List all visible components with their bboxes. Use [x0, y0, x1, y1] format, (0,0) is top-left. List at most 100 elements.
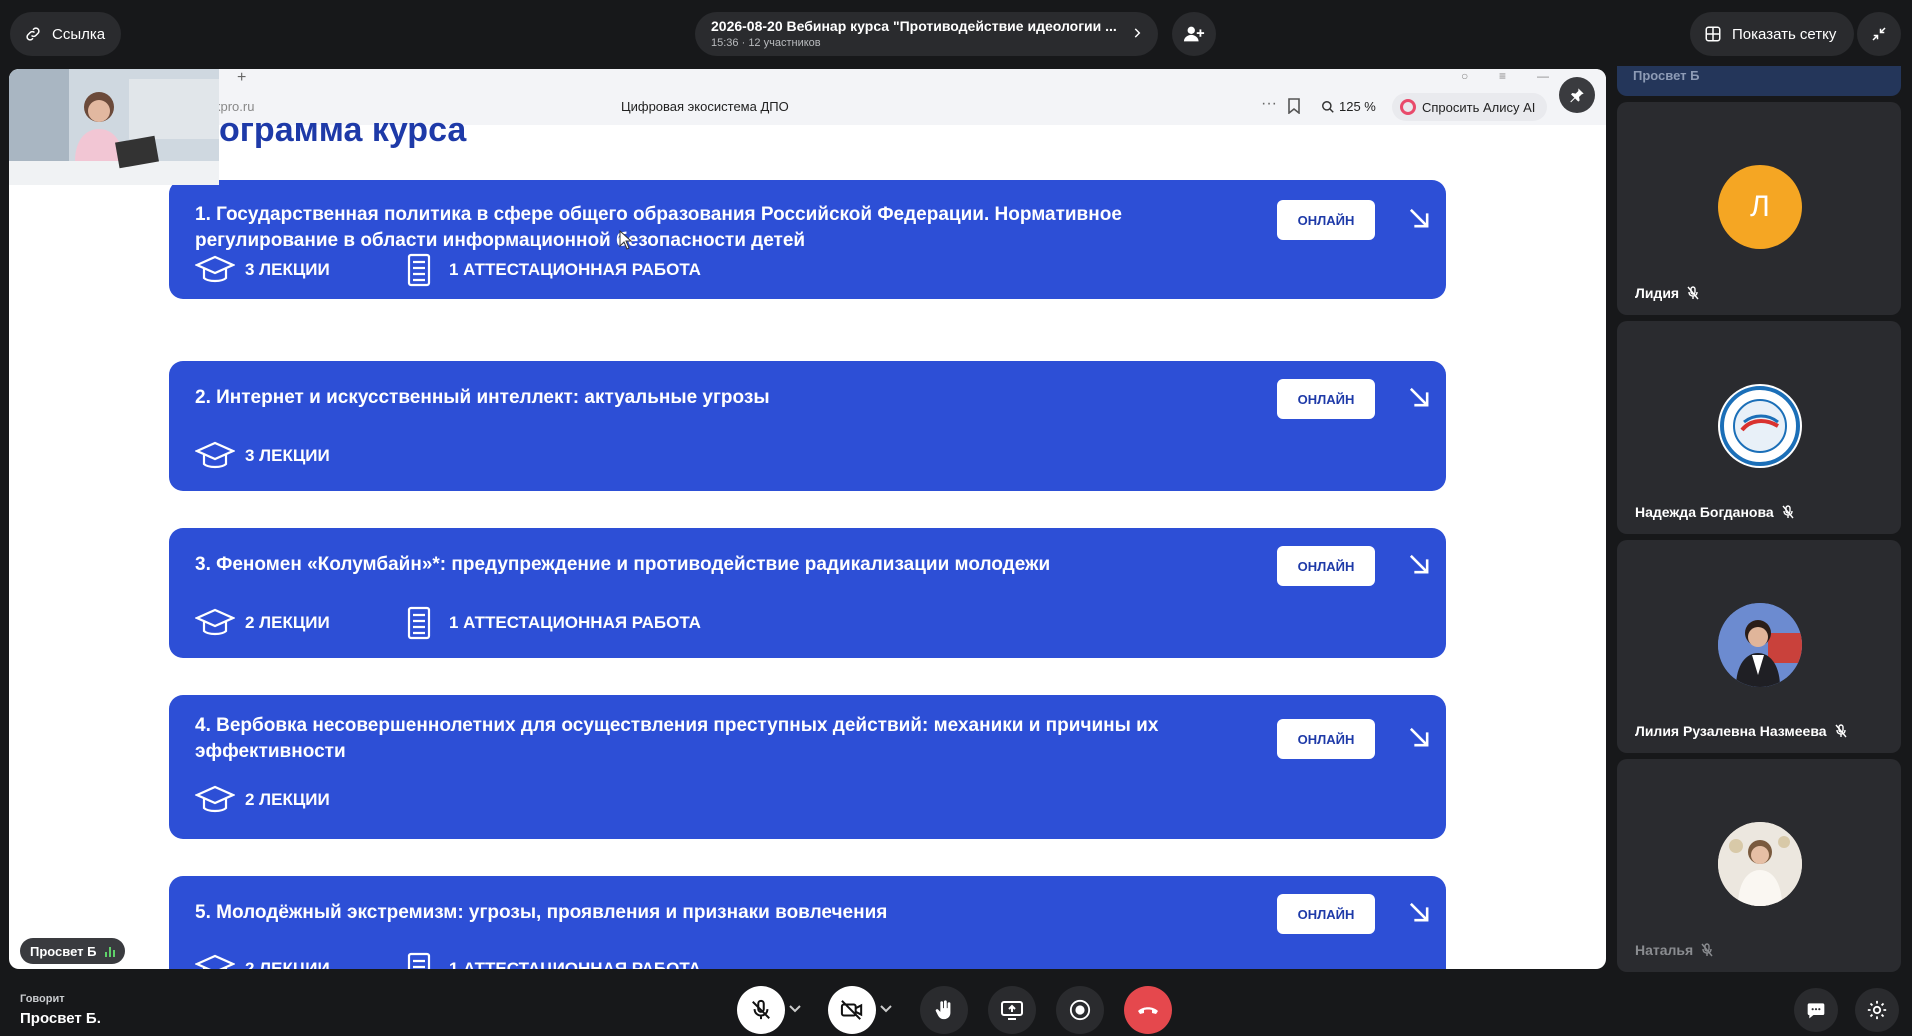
participant-tile[interactable]: Надежда Богданова [1617, 321, 1901, 534]
graduation-cap-icon [195, 954, 235, 969]
site-title: Цифровая экосистема ДПО [621, 99, 789, 114]
graduation-cap-icon [195, 785, 235, 813]
attestation-work: 1 АТТЕСТАЦИОННАЯ РАБОТА [399, 606, 701, 640]
share-screen-button[interactable] [988, 986, 1036, 1034]
online-badge: ОНЛАЙН [1277, 546, 1375, 586]
camera-options-chevron-icon[interactable] [879, 1004, 893, 1014]
lectures-label: 2 ЛЕКЦИИ [245, 613, 330, 632]
lectures-label: 2 ЛЕКЦИИ [245, 790, 330, 809]
show-grid-label: Показать сетку [1732, 25, 1837, 43]
course-module-card: 5. Молодёжный экстремизм: угрозы, проявл… [169, 876, 1446, 969]
ask-alice-label: Спросить Алису AI [1422, 99, 1536, 115]
cursor-icon [619, 230, 633, 250]
module-title: 3. Феномен «Колумбайн»*: предупреждение … [195, 554, 1051, 575]
participant-name: Лилия Рузалевна Назмеева [1635, 723, 1827, 739]
avatar [1718, 384, 1802, 468]
record-button[interactable] [1056, 986, 1104, 1034]
profile-icon: ○ [1461, 69, 1469, 83]
mic-off-icon [1701, 943, 1713, 957]
participant-tile[interactable]: Лилия Рузалевна Назмеева [1617, 540, 1901, 753]
zoom-indicator: 125 % [1321, 99, 1376, 114]
microphone-toggle-button[interactable] [737, 986, 785, 1034]
add-participant-button[interactable] [1172, 12, 1216, 56]
participant-name: Просвет Б [1633, 68, 1700, 83]
menu-icon: ≡ [1499, 69, 1507, 83]
participant-photo [1718, 822, 1802, 906]
settings-button[interactable] [1855, 988, 1899, 1032]
lectures-label: 2 ЛЕКЦИИ [245, 959, 330, 969]
gear-icon [1867, 1000, 1887, 1020]
participant-name-row: Лилия Рузалевна Назмеева [1635, 723, 1847, 739]
lectures-count: 3 ЛЕКЦИИ [195, 253, 330, 287]
attestation-work: 1 АТТЕСТАЦИОННАЯ РАБОТА [399, 253, 701, 287]
record-icon [1069, 999, 1091, 1021]
participant-tile[interactable]: Л Лидия [1617, 102, 1901, 315]
arrow-down-right-icon [1409, 387, 1429, 407]
bookmark-icon [1288, 98, 1300, 114]
participant-tile[interactable]: Наталья [1617, 759, 1901, 972]
collapse-icon [1872, 27, 1886, 41]
grid-icon [1705, 26, 1721, 42]
mic-options-chevron-icon[interactable] [788, 1004, 802, 1014]
link-icon [26, 27, 40, 41]
document-list-icon [407, 253, 431, 287]
pin-button[interactable] [1559, 77, 1595, 113]
work-label: 1 АТТЕСТАЦИОННАЯ РАБОТА [449, 260, 701, 279]
presenter-video[interactable] [9, 69, 219, 185]
participant-name: Лидия [1635, 285, 1680, 301]
avatar [1718, 603, 1802, 687]
online-badge: ОНЛАЙН [1277, 379, 1375, 419]
participant-name: Наталья [1635, 942, 1694, 958]
zoom-icon [1322, 100, 1334, 113]
ask-alice-button: Спросить Алису AI [1392, 93, 1548, 121]
participant-name-row: Надежда Богданова [1635, 504, 1794, 520]
arrow-down-right-icon [1409, 208, 1429, 228]
online-badge: ОНЛАЙН [1277, 200, 1375, 240]
chat-button[interactable] [1794, 988, 1838, 1032]
collapse-button[interactable] [1857, 12, 1901, 56]
speaking-label: Говорит [20, 993, 65, 1005]
pin-icon [1570, 88, 1584, 103]
meeting-info[interactable]: 2026-08-20 Вебинар курса "Противодействи… [695, 12, 1158, 56]
phone-hangup-icon [1138, 1007, 1158, 1014]
camera-toggle-button[interactable] [828, 986, 876, 1034]
graduation-cap-icon [195, 441, 235, 469]
active-speaker-name: Просвет Б. [20, 1010, 101, 1027]
lectures-count: 2 ЛЕКЦИИ [195, 783, 330, 817]
work-label: 1 АТТЕСТАЦИОННАЯ РАБОТА [449, 613, 701, 632]
copy-link-button[interactable]: Ссылка [10, 12, 122, 56]
graduation-cap-icon [195, 255, 235, 283]
video-conference-window: Ссылка 2026-08-20 Вебинар курса "Противо… [0, 0, 1912, 1036]
module-title: 1. Государственная политика в сфере обще… [195, 204, 1122, 251]
course-module-card: 1. Государственная политика в сфере обще… [169, 180, 1446, 299]
lectures-count: 2 ЛЕКЦИИ [195, 606, 330, 640]
chat-icon [1807, 1003, 1825, 1019]
new-tab-icon: + [237, 69, 247, 86]
module-title: 4. Вербовка несовершеннолетних для осуще… [195, 715, 1159, 762]
more-icon: ··· [1261, 95, 1277, 112]
meeting-title: 2026-08-20 Вебинар курса "Противодействи… [711, 18, 1117, 34]
document-list-icon [407, 606, 431, 640]
show-grid-button[interactable]: Показать сетку [1690, 12, 1855, 56]
module-title: 2. Интернет и искусственный интеллект: а… [195, 387, 770, 408]
online-badge: ОНЛАЙН [1277, 894, 1375, 934]
course-module-card: 3. Феномен «Колумбайн»*: предупреждение … [169, 528, 1446, 658]
raise-hand-button[interactable] [920, 986, 968, 1034]
page-heading: ограмма курса [219, 111, 467, 149]
participant-name: Надежда Богданова [1635, 504, 1774, 520]
lectures-label: 3 ЛЕКЦИИ [245, 446, 330, 465]
participant-tile-partial[interactable]: Просвет Б [1617, 66, 1901, 96]
browser-tab-strip: + ○ ≡ — [9, 69, 1606, 89]
presenter-chip-name: Просвет Б [30, 943, 97, 959]
course-module-card: 4. Вербовка несовершеннолетних для осуще… [169, 695, 1446, 839]
add-user-icon [1183, 26, 1205, 42]
hand-icon [935, 1000, 951, 1020]
meeting-subtitle: 15:36 · 12 участников [711, 37, 821, 49]
meeting-time: 15:36 [711, 37, 739, 49]
org-logo-avatar [1720, 386, 1800, 466]
zoom-level: 125 % [1339, 99, 1376, 114]
course-module-card: 2. Интернет и искусственный интеллект: а… [169, 361, 1446, 491]
end-call-button[interactable] [1124, 986, 1172, 1034]
lectures-label: 3 ЛЕКЦИИ [245, 260, 330, 279]
arrow-down-right-icon [1409, 902, 1429, 922]
